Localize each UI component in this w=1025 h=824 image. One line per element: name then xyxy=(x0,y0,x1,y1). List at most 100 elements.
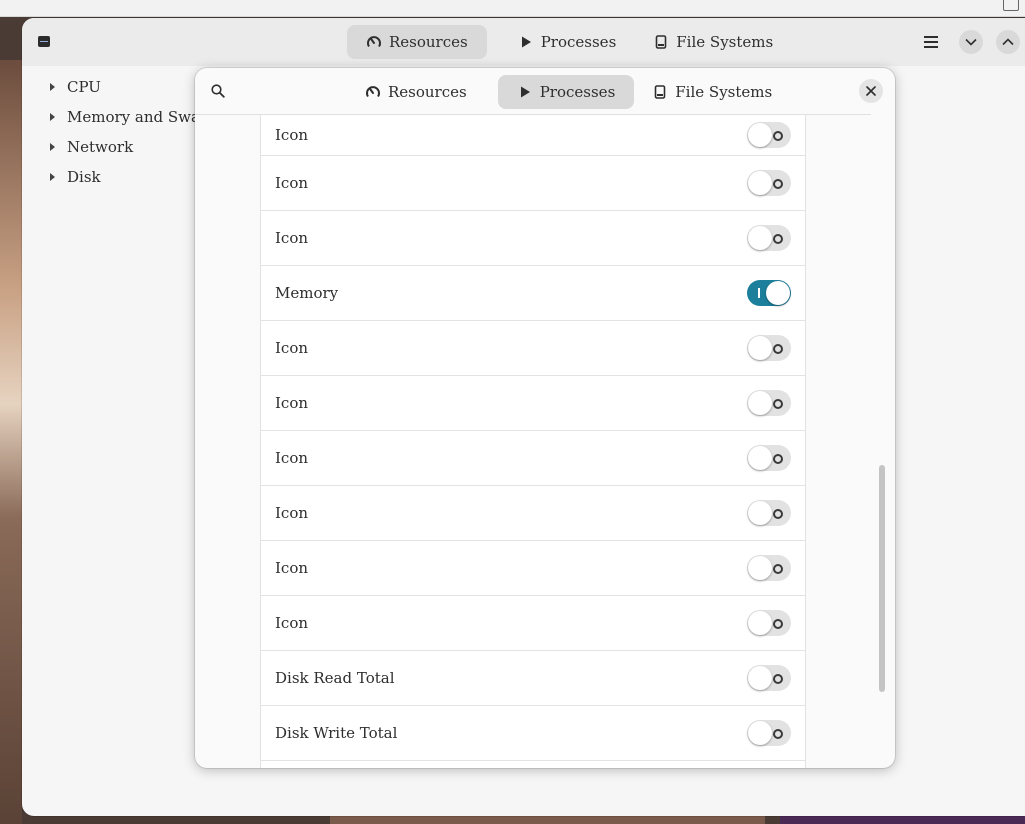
background-browser-bar xyxy=(0,0,1025,17)
switch-knob xyxy=(766,281,790,305)
dialog-tab-file-systems[interactable]: File Systems xyxy=(646,75,791,109)
background-wallpaper-bottom xyxy=(330,815,765,824)
list-item: Disk Write Total xyxy=(261,706,805,761)
column-toggle-switch[interactable] xyxy=(747,390,791,416)
list-item-label: Icon xyxy=(275,614,309,632)
column-toggle-switch[interactable] xyxy=(747,610,791,636)
tab-resources-label: Resources xyxy=(389,33,468,51)
play-icon xyxy=(520,86,530,98)
column-toggle-switch[interactable] xyxy=(747,170,791,196)
list-item: Disk Read Total xyxy=(261,651,805,706)
switch-knob xyxy=(748,556,772,580)
list-item: Icon xyxy=(261,376,805,431)
chevron-up-icon xyxy=(1002,38,1014,46)
switch-off-icon xyxy=(773,454,783,464)
tab-resources[interactable]: Resources xyxy=(347,25,487,59)
drive-icon xyxy=(654,85,666,99)
chevron-down-icon xyxy=(965,38,977,46)
switch-off-icon xyxy=(773,344,783,354)
expand-arrow-icon xyxy=(50,83,55,91)
background-wallpaper xyxy=(0,60,22,824)
switch-off-icon xyxy=(773,674,783,684)
list-item: Icon xyxy=(261,115,805,156)
sidebar-item-cpu[interactable]: CPU xyxy=(22,72,194,102)
column-toggle-switch[interactable] xyxy=(747,555,791,581)
maximize-button[interactable] xyxy=(996,30,1020,54)
minimize-button[interactable] xyxy=(959,30,983,54)
search-icon[interactable] xyxy=(211,84,225,98)
column-toggle-switch[interactable] xyxy=(747,335,791,361)
expand-arrow-icon xyxy=(50,113,55,121)
tab-file-systems[interactable]: File Systems xyxy=(647,25,792,59)
switch-off-icon xyxy=(773,509,783,519)
tab-processes[interactable]: Processes xyxy=(499,25,636,59)
list-item: Icon xyxy=(261,431,805,486)
switch-knob xyxy=(748,721,772,745)
close-icon xyxy=(866,86,876,96)
switch-knob xyxy=(748,446,772,470)
list-item-label: Icon xyxy=(275,559,309,577)
expand-arrow-icon xyxy=(50,173,55,181)
background-window-icon xyxy=(1003,0,1019,11)
list-item: Icon xyxy=(261,321,805,376)
switch-off-icon xyxy=(773,729,783,739)
list-item-label: Icon xyxy=(275,394,309,412)
dialog-tab-processes[interactable]: Processes xyxy=(497,75,635,109)
list-item: Icon xyxy=(261,486,805,541)
dialog-tab-file-systems-label: File Systems xyxy=(675,83,773,101)
play-icon xyxy=(521,36,531,48)
sidebar-item-network[interactable]: Network xyxy=(22,132,194,162)
system-monitor-app-icon xyxy=(38,36,50,47)
switch-knob xyxy=(748,391,772,415)
column-toggle-switch[interactable] xyxy=(747,500,791,526)
switch-off-icon xyxy=(773,131,783,141)
sidebar-item-memory-and-swap[interactable]: Memory and Swap xyxy=(22,102,210,132)
sidebar-item-label: Memory and Swap xyxy=(67,108,210,126)
sidebar-item-disk[interactable]: Disk xyxy=(22,162,194,192)
column-toggle-switch[interactable] xyxy=(747,720,791,746)
tab-processes-label: Processes xyxy=(540,33,617,51)
list-item: Icon xyxy=(261,541,805,596)
column-toggle-switch[interactable] xyxy=(747,665,791,691)
column-toggle-list: Icon Icon Icon Memory Icon Icon Icon Icon Icon Ic… xyxy=(260,115,806,768)
sidebar-item-label: Network xyxy=(67,138,134,156)
switch-on-icon xyxy=(758,288,760,298)
list-item-label: Icon xyxy=(275,126,309,144)
dialog-tab-resources[interactable]: Resources xyxy=(346,75,486,109)
switch-knob xyxy=(748,171,772,195)
list-item-label: Icon xyxy=(275,504,309,522)
sidebar-item-label: CPU xyxy=(67,78,101,96)
sidebar: CPU Memory and Swap Network Disk xyxy=(22,66,210,192)
scrollbar[interactable] xyxy=(879,465,885,692)
switch-off-icon xyxy=(773,619,783,629)
switch-knob xyxy=(748,611,772,635)
header-bar: Resources Processes File Systems xyxy=(22,18,1025,66)
switch-knob xyxy=(748,501,772,525)
list-item-label: Disk Write Total xyxy=(275,724,398,742)
switch-off-icon xyxy=(773,234,783,244)
main-view-switcher: Resources Processes File Systems xyxy=(347,25,792,59)
expand-arrow-icon xyxy=(50,143,55,151)
column-toggle-switch[interactable] xyxy=(747,122,791,148)
switch-knob xyxy=(748,123,772,147)
switch-knob xyxy=(748,666,772,690)
column-toggle-switch[interactable] xyxy=(747,280,791,306)
switch-off-icon xyxy=(773,179,783,189)
list-item: Memory xyxy=(261,266,805,321)
dialog-tab-resources-label: Resources xyxy=(388,83,467,101)
hamburger-menu-icon xyxy=(924,36,938,48)
dialog-tab-processes-label: Processes xyxy=(539,83,616,101)
gauge-icon xyxy=(366,86,380,98)
dialog-header: Resources Processes File Systems xyxy=(195,68,895,114)
sidebar-item-label: Disk xyxy=(67,168,101,186)
column-toggle-switch[interactable] xyxy=(747,225,791,251)
switch-knob xyxy=(748,336,772,360)
main-menu-button[interactable] xyxy=(919,30,943,54)
list-item: Icon xyxy=(261,211,805,266)
list-item: Icon xyxy=(261,156,805,211)
list-item-label: Icon xyxy=(275,174,309,192)
switch-off-icon xyxy=(773,399,783,409)
dialog-view-switcher: Resources Processes File Systems xyxy=(346,75,791,109)
column-toggle-switch[interactable] xyxy=(747,445,791,471)
close-dialog-button[interactable] xyxy=(859,79,883,103)
